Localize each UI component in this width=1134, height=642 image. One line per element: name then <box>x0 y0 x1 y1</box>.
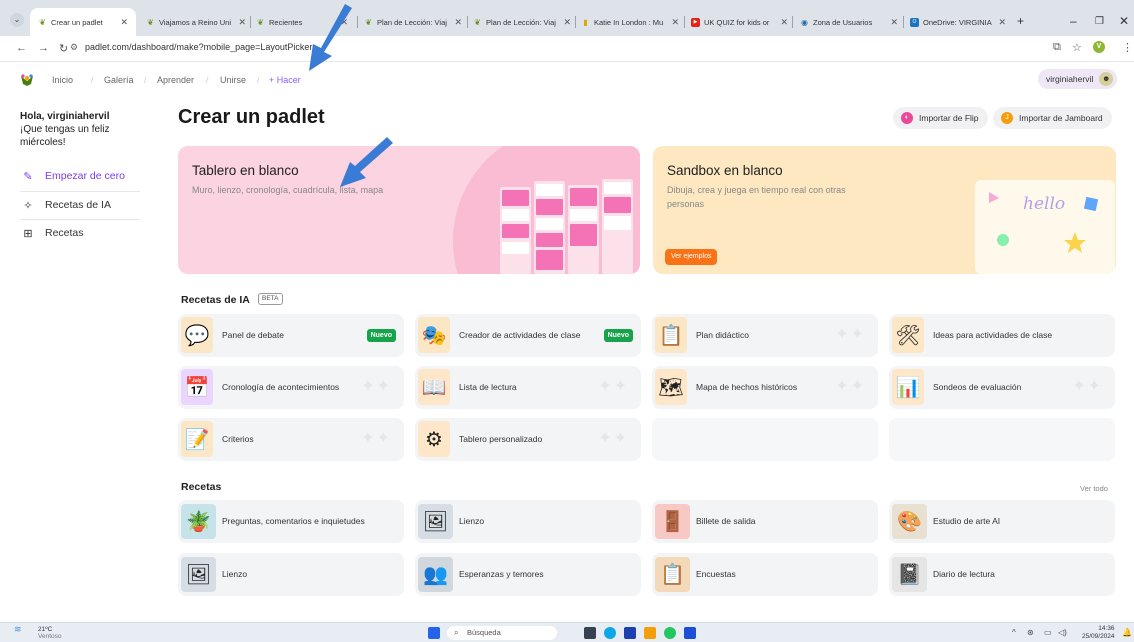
rubric-icon: 📝 <box>181 421 213 457</box>
masks-icon: 🎭 <box>418 317 450 353</box>
recipe-card[interactable]: 📓 Diario de lectura <box>889 553 1115 596</box>
store-icon[interactable] <box>624 627 636 639</box>
notification-bell-icon[interactable]: 🔔 <box>1122 628 1132 637</box>
ai-recipe-card[interactable]: 💬 Panel de debate Nuevo <box>178 314 404 357</box>
network-icon[interactable]: ⊛ <box>1027 628 1034 637</box>
beta-badge: BETA <box>258 293 283 305</box>
tray-up-icon[interactable]: ^ <box>1012 628 1016 637</box>
reader-icon: 📓 <box>892 557 927 592</box>
taskbar-search[interactable]: ⌕ Búsqueda <box>447 626 557 640</box>
ai-recipe-card[interactable]: 🗺 Mapa de hechos históricos ✦✦ <box>652 366 878 409</box>
ai-recipe-card[interactable]: 🛠 Ideas para actividades de clase <box>889 314 1115 357</box>
clipboard-icon: 📋 <box>655 557 690 592</box>
chrome-icon[interactable] <box>664 627 676 639</box>
tools-icon: 🛠 <box>892 317 924 353</box>
collage-icon: 🖼 <box>418 504 453 539</box>
new-badge: Nuevo <box>366 329 396 342</box>
edge-icon[interactable] <box>604 627 616 639</box>
gears-icon: ⚙ <box>418 421 450 457</box>
recipe-card[interactable]: 📋 Encuestas <box>652 553 878 596</box>
recipe-card[interactable]: 🎨 Estudio de arte AI <box>889 500 1115 543</box>
search-icon: ⌕ <box>454 628 459 637</box>
recipe-card[interactable]: 👥 Esperanzas y temores <box>415 553 641 596</box>
recipe-card[interactable]: 🖼 Lienzo <box>178 553 404 596</box>
debate-icon: 💬 <box>181 317 213 353</box>
artist-icon: 🎨 <box>892 504 927 539</box>
ai-recipe-card[interactable]: 📋 Plan didáctico ✦✦ <box>652 314 878 357</box>
ai-recipes-title: Recetas de IA <box>181 294 250 306</box>
word-icon[interactable] <box>684 627 696 639</box>
reading-icon: 📖 <box>418 369 450 405</box>
clock[interactable]: 14:36 25/09/2024 <box>1082 625 1115 641</box>
ai-recipe-card[interactable]: 📊 Sondeos de evaluación ✦✦ <box>889 366 1115 409</box>
recipe-card[interactable]: 🖼 Lienzo <box>415 500 641 543</box>
board-icon: 📋 <box>655 317 687 353</box>
collage-icon: 🖼 <box>181 557 216 592</box>
windows-taskbar: ≋ 21ºC Ventoso ⌕ Búsqueda ^ ⊛ ▭ ◁) 14:36… <box>0 622 1134 642</box>
windows-start-icon[interactable] <box>428 627 440 639</box>
recipe-card[interactable]: 🚪 Billete de salida <box>652 500 878 543</box>
display-icon[interactable]: ▭ <box>1044 628 1052 637</box>
view-all-link[interactable]: Ver todo <box>1080 484 1108 493</box>
crowd-icon: 👥 <box>418 557 453 592</box>
ai-recipe-card[interactable]: 📅 Cronología de acontecimientos ✦✦ <box>178 366 404 409</box>
recipes-title: Recetas <box>181 481 222 493</box>
task-view-icon[interactable] <box>584 627 596 639</box>
ai-recipe-card[interactable]: ⚙ Tablero personalizado ✦✦ <box>415 418 641 461</box>
ai-recipe-card[interactable]: 🎭 Creador de actividades de clase Nuevo <box>415 314 641 357</box>
file-explorer-icon[interactable] <box>644 627 656 639</box>
exit-sign-icon: 🚪 <box>655 504 690 539</box>
recipe-card[interactable]: 🪴 Preguntas, comentarios e inquietudes <box>178 500 404 543</box>
ai-recipe-card[interactable]: 📝 Criterios ✦✦ <box>178 418 404 461</box>
survey-icon: 📊 <box>892 369 924 405</box>
new-badge: Nuevo <box>603 329 633 342</box>
volume-icon[interactable]: ◁) <box>1058 628 1067 637</box>
weather-widget[interactable]: ≋ 21ºC Ventoso <box>14 624 62 641</box>
map-icon: 🗺 <box>655 369 687 405</box>
ai-recipe-card[interactable]: 📖 Lista de lectura ✦✦ <box>415 366 641 409</box>
wind-icon: ≋ <box>14 624 22 634</box>
timeline-icon: 📅 <box>181 369 213 405</box>
plant-icon: 🪴 <box>181 504 216 539</box>
empty-card-slot <box>889 418 1115 461</box>
empty-card-slot <box>652 418 878 461</box>
